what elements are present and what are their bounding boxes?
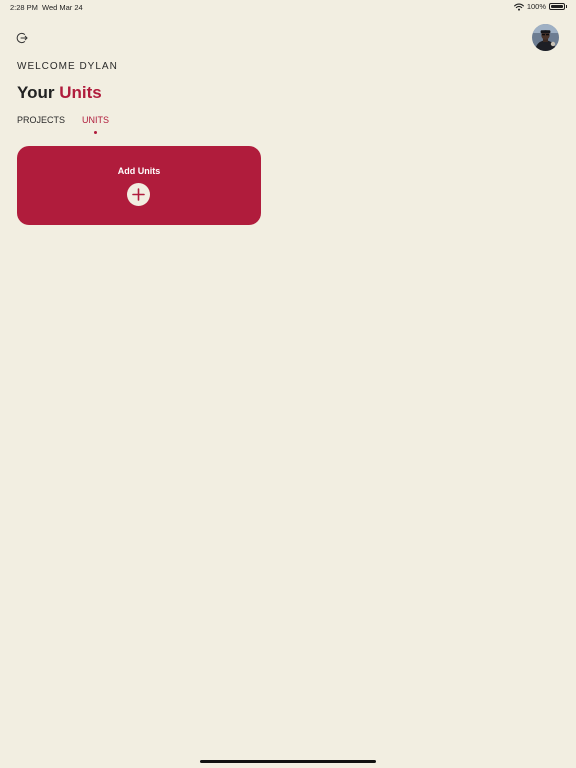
wifi-icon: [513, 3, 524, 11]
page-title-accent: Units: [59, 83, 102, 102]
battery-icon: [549, 3, 565, 10]
home-indicator[interactable]: [200, 760, 376, 763]
tab-units[interactable]: UNITS: [82, 115, 109, 125]
welcome-message: WELCOME DYLAN: [17, 61, 118, 72]
add-units-button[interactable]: [127, 183, 150, 206]
active-tab-indicator: [94, 131, 97, 134]
add-units-card[interactable]: Add Units: [17, 146, 261, 225]
status-time: 2:28 PM: [10, 3, 38, 12]
page-title-prefix: Your: [17, 83, 55, 102]
logout-icon: [16, 32, 28, 44]
battery-percentage: 100%: [526, 2, 546, 11]
status-indicators: 100%: [513, 2, 567, 11]
add-units-label: Add Units: [117, 166, 161, 176]
status-date: Wed Mar 24: [42, 3, 83, 12]
status-bar: 2:28 PM Wed Mar 24 100%: [0, 0, 576, 14]
user-avatar[interactable]: [532, 24, 559, 51]
battery-fill: [551, 5, 563, 8]
logout-button[interactable]: [15, 31, 29, 45]
battery-tip: [566, 5, 567, 8]
plus-icon: [132, 188, 145, 201]
tab-projects[interactable]: PROJECTS: [17, 115, 65, 125]
page-title: Your Units: [17, 83, 102, 103]
profile-photo-image: [532, 24, 559, 51]
